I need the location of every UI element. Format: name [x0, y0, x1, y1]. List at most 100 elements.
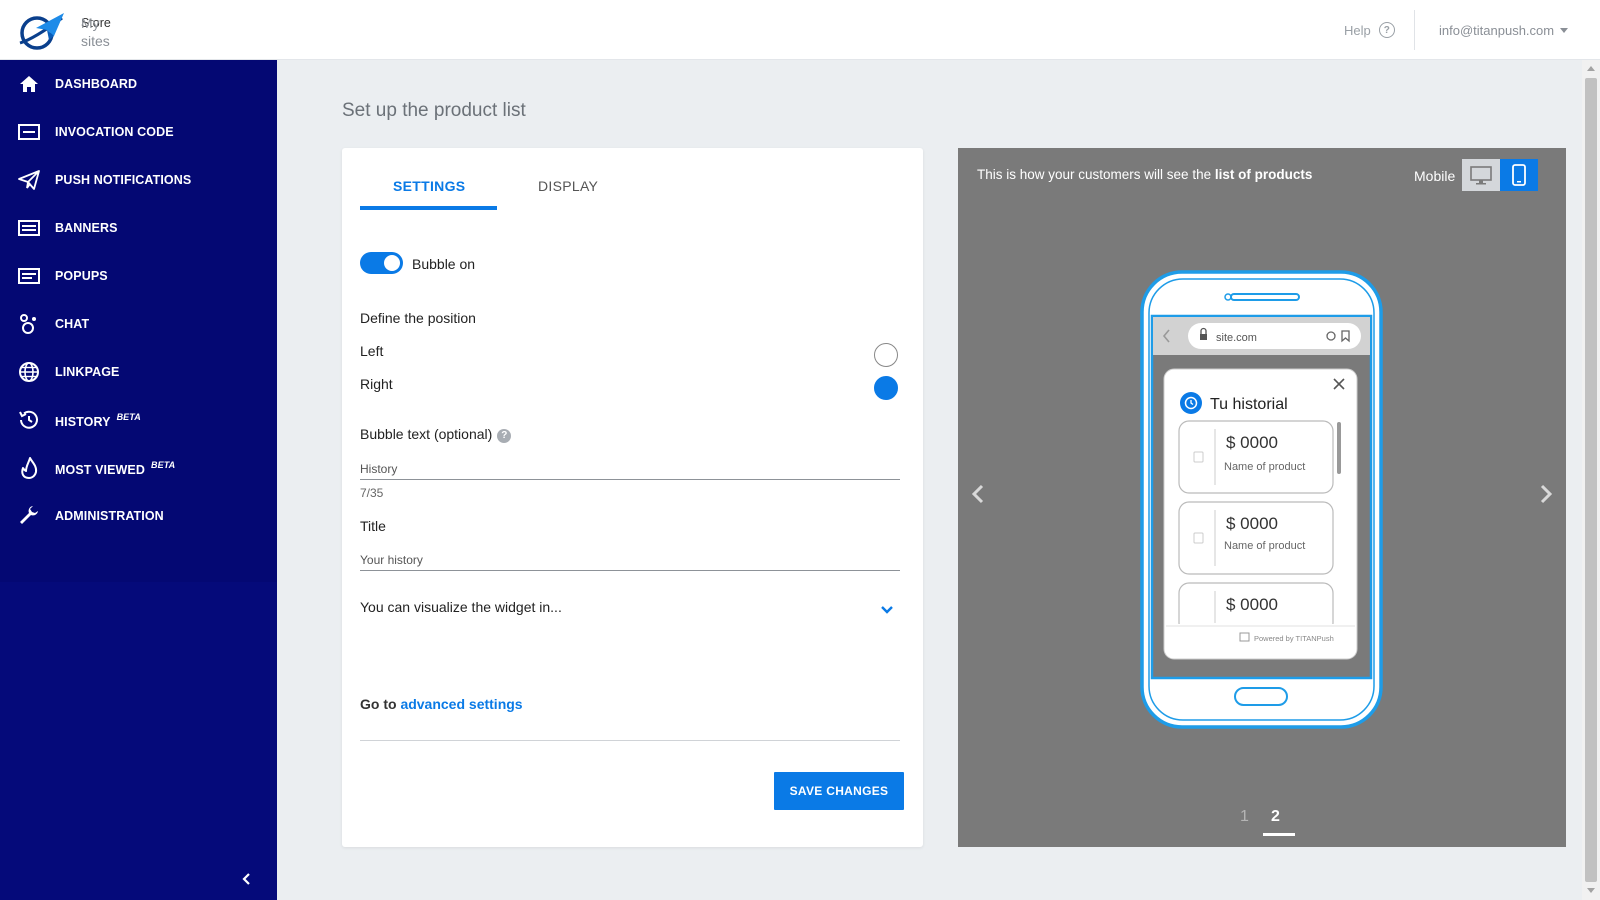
powered-by: Powered by TITANPush [1254, 634, 1334, 643]
phone-mockup: site.com Tu historial $ 0000 Name of pro… [1140, 270, 1383, 729]
account-email: info@titanpush.com [1439, 23, 1555, 38]
sidebar-item-popups[interactable]: POPUPS [0, 252, 277, 300]
card-divider [360, 740, 900, 741]
collapse-sidebar-icon[interactable] [240, 872, 254, 886]
scroll-up-arrow[interactable] [1587, 66, 1595, 71]
tab-settings[interactable]: SETTINGS [393, 178, 465, 194]
desktop-view-button[interactable] [1462, 159, 1500, 191]
top-bar: My sites Store Help ? info@titanpush.com [0, 0, 1600, 60]
save-changes-button[interactable]: SAVE CHANGES [774, 772, 904, 810]
phone-url: site.com [1216, 332, 1257, 344]
position-left-label: Left [360, 343, 384, 359]
sidebar-item-push-notifications[interactable]: PUSH NOTIFICATIONS [0, 156, 277, 204]
title-field [360, 551, 900, 571]
page-1-button[interactable]: 1 [1240, 808, 1249, 826]
sidebar-item-history[interactable]: HISTORY BETA [0, 396, 277, 444]
beta-badge: BETA [151, 459, 176, 470]
scroll-down-arrow[interactable] [1587, 888, 1595, 893]
mobile-view-button[interactable] [1500, 159, 1538, 191]
sidebar-item-label: POPUPS [55, 269, 108, 283]
sidebar-item-label: PUSH NOTIFICATIONS [55, 173, 192, 187]
sidebar-item-linkpage[interactable]: LINKPAGE [0, 348, 277, 396]
device-label: Mobile [1414, 168, 1456, 184]
bubble-text-label-text: Bubble text (optional) [360, 426, 493, 442]
page-2-button[interactable]: 2 [1271, 808, 1280, 826]
paper-plane-icon [18, 170, 40, 190]
desktop-icon [1470, 166, 1492, 185]
wrench-icon [20, 506, 38, 524]
title-label: Title [360, 518, 386, 534]
site-switch-label: My sites [81, 15, 110, 49]
sidebar-nav: DASHBOARD INVOCATION CODE PUSH NOTIFICAT… [0, 60, 277, 582]
scroll-thumb[interactable] [1585, 78, 1597, 882]
product-price: $ 0000 [1226, 595, 1278, 614]
sidebar: DASHBOARD INVOCATION CODE PUSH NOTIFICAT… [0, 60, 277, 900]
product-name: Name of product [1224, 540, 1305, 552]
page-scrollbar[interactable] [1582, 60, 1600, 900]
sidebar-item-label: HISTORY BETA [55, 412, 141, 429]
sidebar-item-administration[interactable]: ADMINISTRATION [0, 492, 277, 540]
banner-icon [18, 220, 40, 236]
code-icon [18, 124, 40, 140]
sidebar-item-dashboard[interactable]: DASHBOARD [0, 60, 277, 108]
header-divider [1414, 10, 1415, 50]
active-page-indicator [1263, 833, 1295, 836]
chevron-left-icon[interactable] [967, 483, 989, 505]
help-icon: ? [1378, 22, 1395, 38]
preview-caption-prefix: This is how your customers will see the [977, 167, 1212, 182]
sidebar-item-banners[interactable]: BANNERS [0, 204, 277, 252]
product-name: Name of product [1224, 461, 1305, 473]
preview-panel: This is how your customers will see the … [958, 148, 1566, 847]
site-switcher[interactable]: My sites Store [81, 14, 111, 49]
bubble-text-counter: 7/35 [360, 486, 384, 500]
preview-caption-bold: list of products [1214, 167, 1313, 182]
position-left-radio[interactable] [874, 343, 898, 367]
sidebar-item-label: CHAT [55, 317, 90, 331]
visualize-label: You can visualize the widget in... [360, 599, 562, 615]
bubble-text-input[interactable] [360, 462, 900, 479]
question-icon[interactable]: ? [497, 428, 512, 443]
sidebar-item-invocation-code[interactable]: INVOCATION CODE [0, 108, 277, 156]
advanced-settings-row: Go to advanced settings [360, 696, 523, 712]
help-link[interactable]: Help ? [1344, 22, 1395, 38]
chevron-right-icon[interactable] [1535, 483, 1557, 505]
sidebar-item-label: DASHBOARD [55, 77, 138, 91]
visualize-dropdown[interactable]: You can visualize the widget in... [360, 599, 900, 623]
bubble-toggle[interactable] [360, 252, 403, 274]
titanpush-logo[interactable] [16, 10, 66, 52]
most-viewed-label: MOST VIEWED [55, 462, 145, 477]
advanced-prefix: Go to [360, 696, 397, 712]
sidebar-item-label: MOST VIEWED BETA [55, 460, 175, 477]
flame-icon [21, 457, 38, 479]
preview-caption: This is how your customers will see the … [977, 167, 1312, 182]
title-input[interactable] [360, 553, 900, 570]
sidebar-item-label: ADMINISTRATION [55, 509, 164, 523]
mobile-icon [1512, 164, 1526, 186]
beta-badge: BETA [116, 411, 141, 422]
home-icon [20, 76, 38, 92]
chat-icon [20, 314, 36, 334]
position-right-radio[interactable] [874, 376, 898, 400]
sidebar-item-label: INVOCATION CODE [55, 125, 174, 139]
history-label: HISTORY [55, 414, 111, 429]
position-heading: Define the position [360, 310, 476, 326]
advanced-settings-link[interactable]: advanced settings [400, 696, 522, 712]
bubble-text-label: Bubble text (optional)? [360, 426, 512, 443]
settings-card: SETTINGS DISPLAY Bubble on Define the po… [342, 148, 923, 847]
position-right-label: Right [360, 376, 393, 392]
tab-display[interactable]: DISPLAY [538, 178, 598, 194]
sidebar-item-label: LINKPAGE [55, 365, 120, 379]
sidebar-item-most-viewed[interactable]: MOST VIEWED BETA [0, 444, 277, 492]
bubble-toggle-label: Bubble on [412, 256, 476, 272]
chevron-down-icon [1560, 28, 1569, 33]
account-menu[interactable]: info@titanpush.com [1439, 23, 1569, 38]
globe-icon [19, 362, 39, 382]
history-icon [19, 410, 38, 429]
popup-icon [18, 268, 40, 284]
widget-title: Tu historial [1210, 396, 1288, 413]
active-tab-indicator [360, 206, 497, 210]
sidebar-item-chat[interactable]: CHAT [0, 300, 277, 348]
help-label: Help [1344, 22, 1371, 38]
toggle-knob [384, 255, 400, 271]
sidebar-item-label: BANNERS [55, 221, 118, 235]
